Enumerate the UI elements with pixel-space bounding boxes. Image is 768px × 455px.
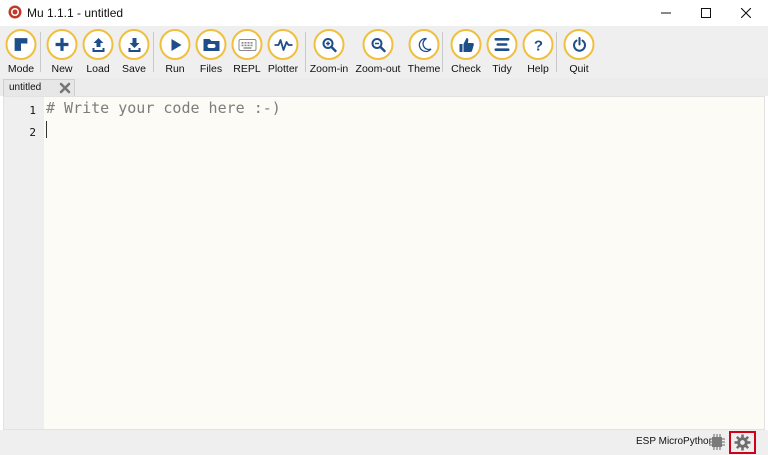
help-button[interactable]: ? Help	[518, 28, 558, 78]
quit-button[interactable]: Quit	[559, 28, 599, 78]
line-number: 2	[29, 126, 36, 139]
title-bar: Mu 1.1.1 - untitled	[0, 0, 768, 26]
mu-logo-icon	[8, 5, 22, 19]
settings-button[interactable]	[729, 431, 756, 454]
theme-button[interactable]: Theme	[404, 28, 444, 78]
tab-label: untitled	[9, 82, 42, 93]
text-cursor	[46, 121, 47, 138]
upload-icon	[92, 37, 104, 52]
code-line: # Write your code here :-)	[46, 99, 281, 117]
plotter-button[interactable]: Plotter	[263, 28, 303, 78]
zoom-out-icon	[371, 37, 386, 52]
download-icon	[128, 37, 140, 52]
pulse-icon	[274, 38, 292, 51]
mode-button[interactable]: Mode	[1, 28, 41, 78]
zoom-out-button-label: Zoom-out	[355, 63, 401, 75]
maximize-button[interactable]	[685, 0, 727, 26]
tab-bar: untitled	[0, 78, 768, 96]
mode-icon	[14, 38, 28, 51]
tab-untitled[interactable]: untitled	[3, 79, 75, 96]
minimize-icon	[661, 12, 671, 14]
status-bar: ESP MicroPython	[0, 430, 768, 455]
question-icon: ?	[533, 37, 542, 53]
moon-icon	[418, 37, 432, 52]
line-number: 1	[29, 104, 36, 117]
window-title: Mu 1.1.1 - untitled	[27, 6, 124, 20]
mode-indicator: ESP MicroPython	[636, 436, 715, 447]
play-icon	[171, 38, 181, 51]
line-number-gutter: 1 2	[4, 97, 44, 429]
maximize-icon	[701, 8, 711, 18]
close-icon	[741, 8, 751, 18]
quit-button-label: Quit	[569, 63, 589, 75]
keyboard-icon	[238, 38, 256, 51]
gear-icon	[734, 434, 751, 451]
power-icon	[572, 36, 586, 52]
close-window-button[interactable]	[725, 0, 767, 26]
save-button[interactable]: Save	[114, 28, 154, 78]
minimize-button[interactable]	[645, 0, 687, 26]
zoom-in-button[interactable]: Zoom-in	[309, 28, 349, 78]
plus-icon	[55, 38, 69, 51]
toolbar: Mode New Load Save Run Files REPL Plotte…	[0, 26, 768, 78]
lines-icon	[494, 38, 510, 51]
close-tab-icon[interactable]	[59, 82, 71, 94]
zoom-in-icon	[322, 37, 337, 52]
folder-icon	[203, 39, 219, 51]
zoom-in-button-label: Zoom-in	[309, 63, 349, 75]
thumbs-up-icon	[459, 37, 474, 52]
plotter-button-label: Plotter	[267, 63, 299, 75]
chip-icon	[709, 434, 725, 450]
code-editor[interactable]: 1 2 # Write your code here :-)	[3, 96, 765, 430]
zoom-out-button[interactable]: Zoom-out	[356, 28, 400, 78]
svg-text:?: ?	[533, 37, 542, 53]
